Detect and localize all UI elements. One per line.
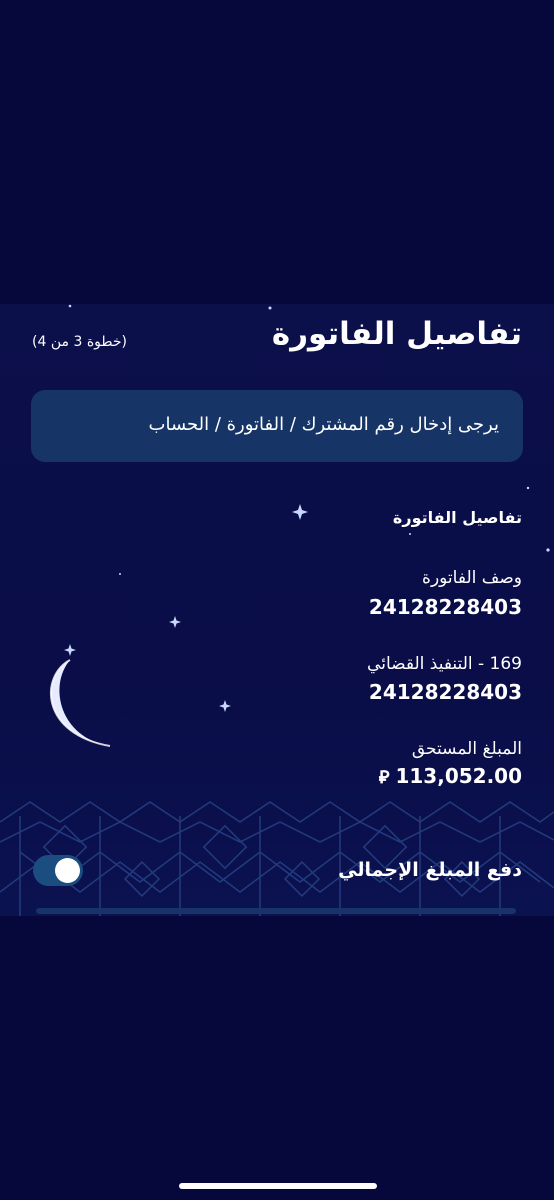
instruction-text: يرجى إدخال رقم المشترك / الفاتورة / الحس… xyxy=(148,414,499,435)
judicial-execution-value: 24128228403 xyxy=(368,680,522,704)
bottom-area xyxy=(0,916,554,1200)
islamic-pattern-decoration xyxy=(0,801,554,916)
home-indicator[interactable] xyxy=(179,1183,377,1189)
step-indicator: (خطوة 3 من 4) xyxy=(32,334,127,350)
section-heading: تفاصيل الفاتورة xyxy=(392,508,522,527)
status-area xyxy=(0,0,554,304)
amount-due-label: المبلغ المستحق xyxy=(411,739,522,759)
bill-description-label: وصف الفاتورة xyxy=(422,568,522,588)
amount-due-number: 113,052.00 xyxy=(395,764,522,788)
judicial-execution-label: 169 - التنفيذ القضائي xyxy=(367,654,522,674)
instruction-banner: يرجى إدخال رقم المشترك / الفاتورة / الحس… xyxy=(31,390,523,462)
bill-description-value: 24128228403 xyxy=(368,595,522,619)
amount-due-value: ⃁ 113,052.00 xyxy=(379,764,522,788)
pay-total-toggle[interactable] xyxy=(33,855,83,886)
bottom-separator xyxy=(36,908,516,914)
pay-total-label: دفع المبلغ الإجمالي xyxy=(338,859,522,881)
page-title: تفاصيل الفاتورة xyxy=(271,316,522,352)
toggle-knob xyxy=(55,858,80,883)
crescent-moon-icon xyxy=(49,659,111,747)
riyal-currency-icon: ⃁ xyxy=(378,767,390,788)
